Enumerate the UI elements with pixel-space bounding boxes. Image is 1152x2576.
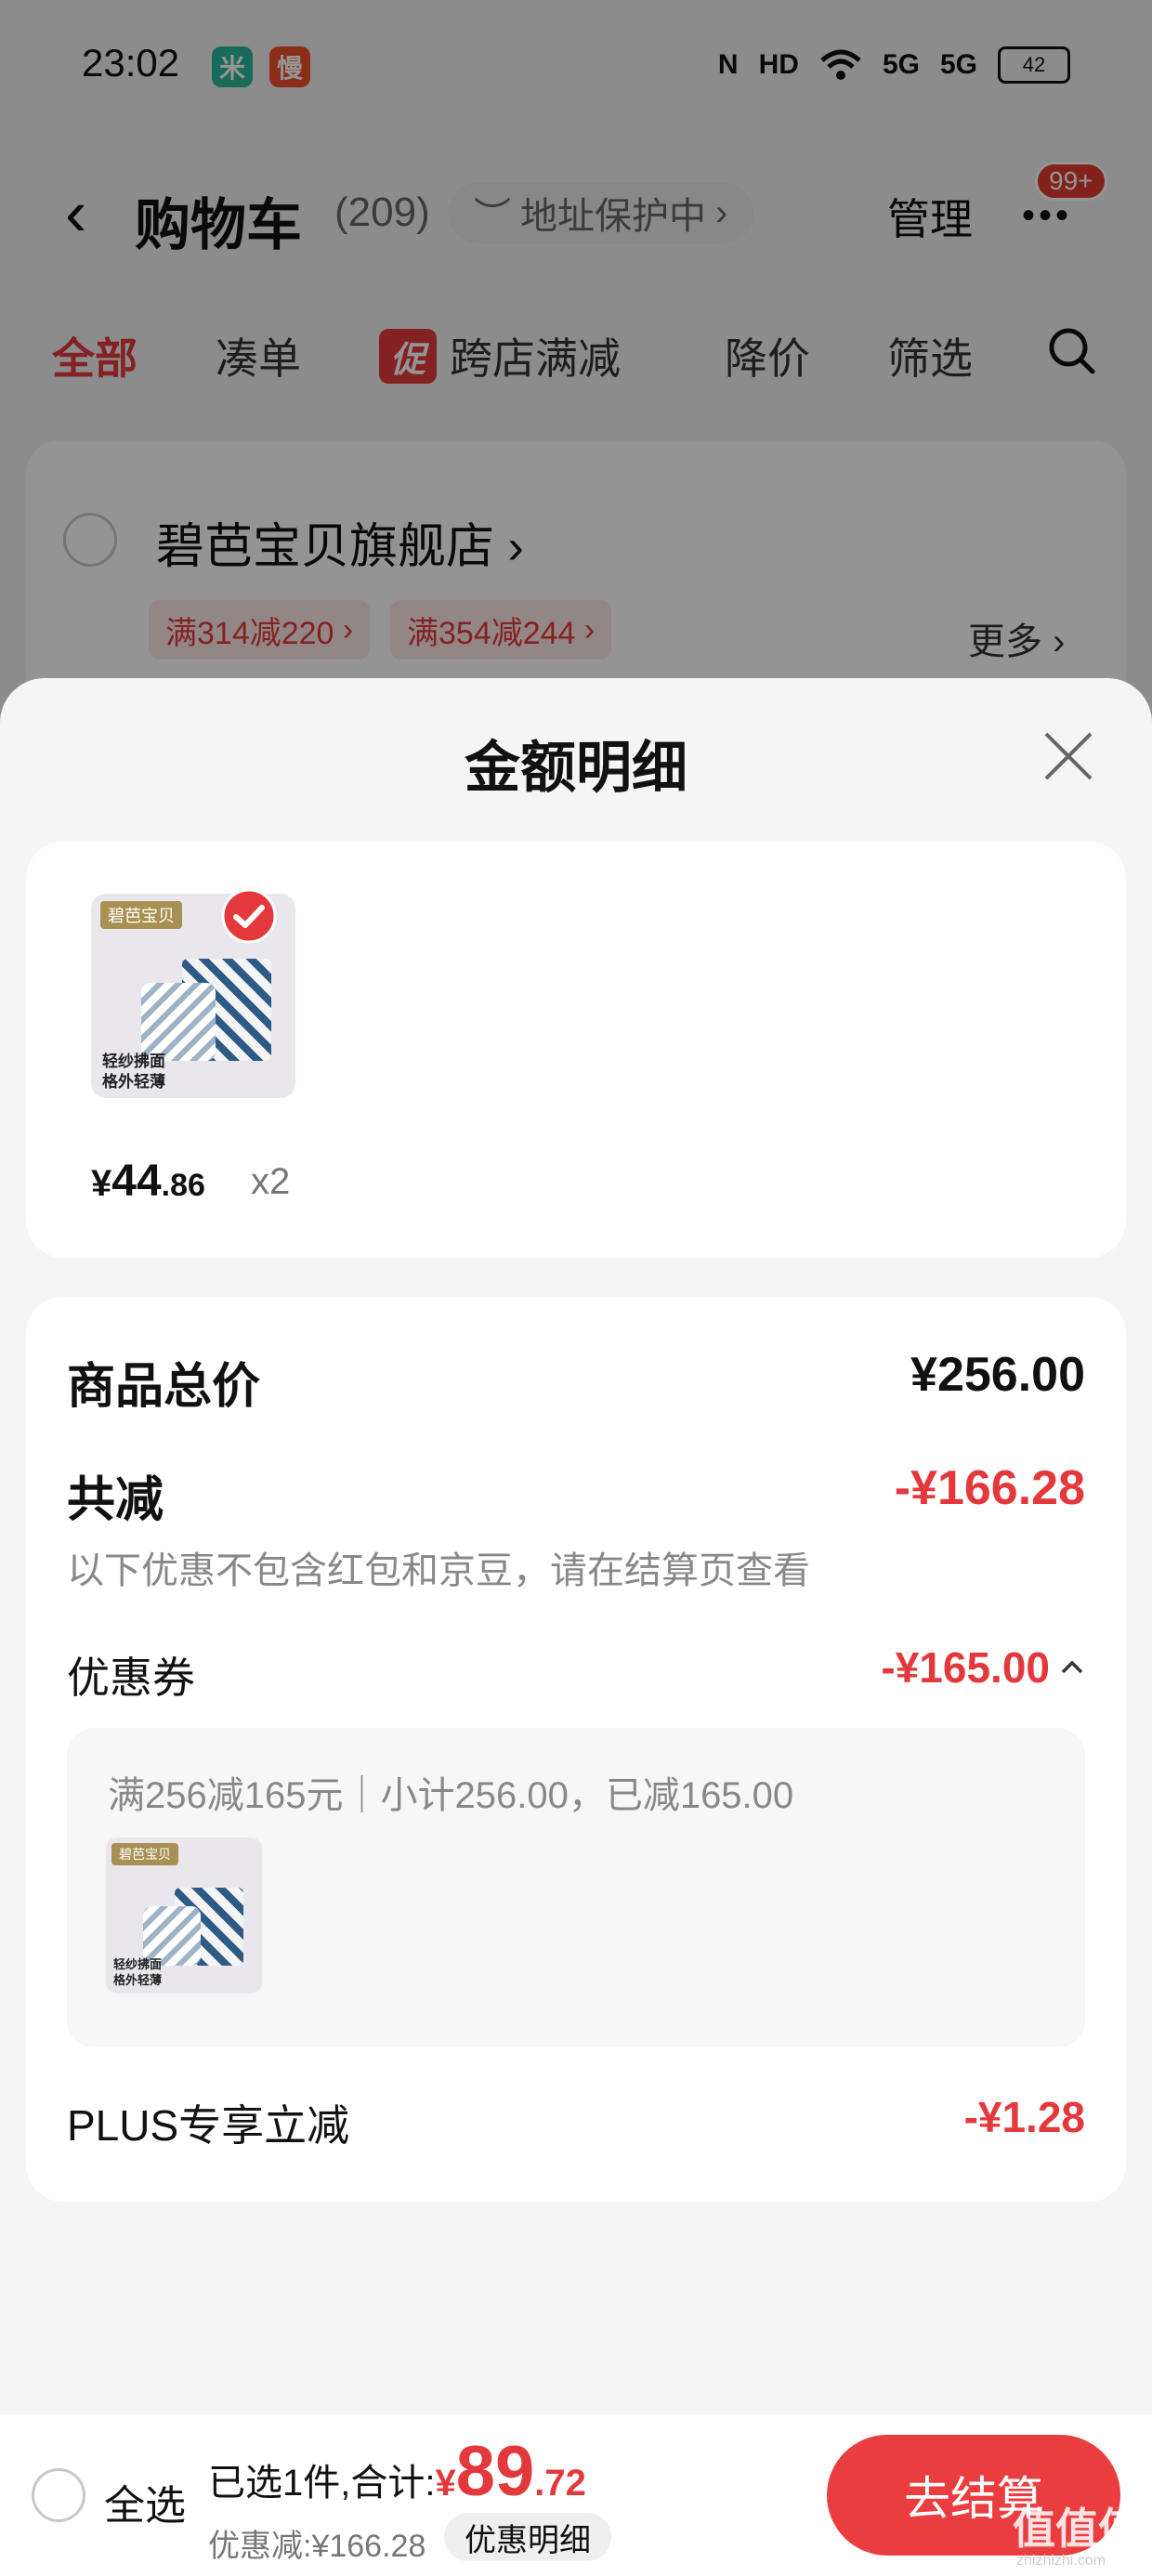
product-quantity: x2	[251, 1161, 291, 1202]
goods-total-value: ¥256.00	[910, 1348, 1085, 1402]
watermark-url: zhizhizhi.com	[1016, 2553, 1106, 2569]
total-discount-label: 共减	[67, 1473, 164, 1527]
total-discount-value: -¥166.28	[894, 1461, 1085, 1515]
price-summary-card: 商品总价 ¥256.00 共减 -¥166.28 以下优惠不包含红包和京豆，请在…	[26, 1297, 1126, 2202]
diaper-pack-image	[141, 983, 216, 1061]
product-brand-logo: 碧芭宝贝	[111, 1843, 178, 1865]
coupon-value: -¥165.00	[881, 1643, 1050, 1692]
amount-detail-sheet: 金额明细 碧芭宝贝 轻纱拂面 格外轻薄 ¥44.86 x2 商品总价 ¥256.0…	[0, 678, 1152, 2575]
close-icon[interactable]	[1042, 730, 1094, 782]
product-caption: 轻纱拂面 格外轻薄	[102, 1053, 165, 1091]
chevron-up-icon	[1061, 1660, 1083, 1674]
watermark: 值值值	[1013, 2504, 1141, 2553]
selected-total: 已选1件,合计:¥89.72	[208, 2432, 586, 2511]
product-caption: 轻纱拂面 格外轻薄	[113, 1957, 163, 1987]
plus-discount-value: -¥1.28	[963, 2093, 1085, 2141]
coupon-product-thumbnail[interactable]: 碧芭宝贝 轻纱拂面 格外轻薄	[106, 1837, 262, 1994]
coupon-description: 满256减165元｜小计256.00，已减165.00	[108, 1775, 794, 1816]
selected-check-icon	[221, 888, 277, 944]
product-brand-logo: 碧芭宝贝	[100, 901, 182, 929]
bottom-checkout-bar: 全选 已选1件,合计:¥89.72 优惠减:¥166.28 优惠明细 去结算	[0, 2413, 1152, 2576]
plus-discount-label: PLUS专享立减	[67, 2101, 350, 2150]
coupon-label: 优惠券	[67, 1654, 195, 1702]
select-all-radio[interactable]	[32, 2468, 85, 2522]
coupon-detail-box: 满256减165元｜小计256.00，已减165.00 碧芭宝贝 轻纱拂面 格外轻…	[67, 1728, 1085, 2047]
product-card: 碧芭宝贝 轻纱拂面 格外轻薄 ¥44.86 x2	[26, 842, 1126, 1258]
product-price: ¥44.86	[91, 1157, 205, 1206]
discount-note: 以下优惠不包含红包和京豆，请在结算页查看	[67, 1550, 810, 1591]
goods-total-label: 商品总价	[67, 1360, 261, 1414]
select-all-label[interactable]: 全选	[104, 2472, 186, 2531]
discount-detail-button[interactable]: 优惠明细	[444, 2513, 611, 2561]
coupon-toggle[interactable]: -¥165.00	[881, 1642, 1085, 1693]
sheet-title: 金额明细	[465, 737, 687, 799]
discount-amount: 优惠减:¥166.28	[208, 2529, 426, 2564]
